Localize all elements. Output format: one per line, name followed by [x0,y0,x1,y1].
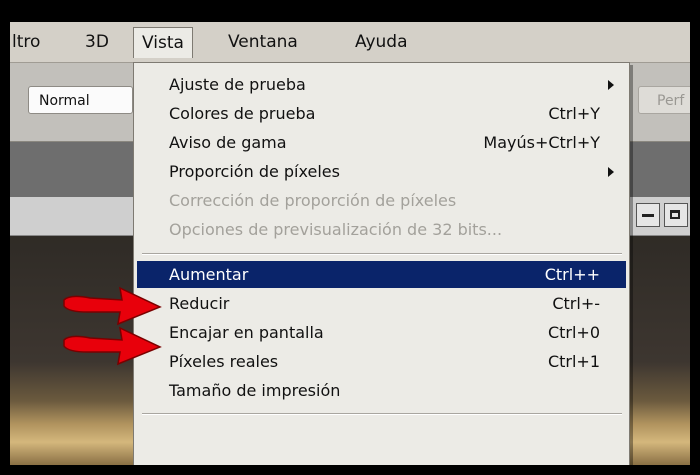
menu-item-label: Opciones de previsualización de 32 bits.… [169,220,503,239]
menu-separator [142,413,622,415]
blend-mode-select[interactable]: Normal [28,86,133,114]
menu-item-shortcut: Mayús+Ctrl+Y [483,133,600,152]
menu-item-label: Encajar en pantalla [169,323,324,342]
restore-icon [670,210,680,219]
menu-item-aviso-de-gama[interactable]: Aviso de gama Mayús+Ctrl+Y [137,129,626,156]
menu-item-label: Aviso de gama [169,133,287,152]
menu-item-label: Ajuste de prueba [169,75,306,94]
perf-button[interactable]: Perf [638,86,690,114]
menu-item-label: Colores de prueba [169,104,316,123]
menu-item-encajar-en-pantalla[interactable]: Encajar en pantalla Ctrl+0 [137,319,626,346]
menu-item-shortcut: Ctrl+Y [548,104,600,123]
menu-item-label: Reducir [169,294,230,313]
menu-item-label: Proporción de píxeles [169,162,340,181]
screen-top-strip [10,10,690,22]
menu-item-aumentar[interactable]: Aumentar Ctrl++ [137,261,626,288]
menu-item-shortcut: Ctrl+1 [547,352,600,371]
app-window: ltro 3D Vista Ventana Ayuda Normal Perf … [10,10,690,465]
menu-item-opciones-previsualizacion: Opciones de previsualización de 32 bits.… [137,216,626,243]
menu-ventana[interactable]: Ventana [220,28,306,56]
menu-item-label: Tamaño de impresión [169,381,341,400]
menu-vista[interactable]: Vista [133,27,193,58]
menu-ayuda[interactable]: Ayuda [347,28,416,56]
menu-item-label: Píxeles reales [169,352,279,371]
menu-item-shortcut: Ctrl++ [544,265,600,284]
menu-item-tamano-de-impresion[interactable]: Tamaño de impresión [137,377,626,404]
menu-item-shortcut: Ctrl+0 [547,323,600,342]
annotation-arrow-icon [63,326,162,366]
menu-item-pixeles-reales[interactable]: Píxeles reales Ctrl+1 [137,348,626,375]
submenu-arrow-icon [608,80,614,90]
menu-separator [142,253,622,255]
menu-filtro[interactable]: ltro [10,28,48,56]
menu-item-proporcion-de-pixeles[interactable]: Proporción de píxeles [137,158,626,185]
minimize-icon [642,214,654,217]
menu-item-shortcut: Ctrl+- [552,294,600,313]
menu-item-label: Corrección de proporción de píxeles [169,191,457,210]
menu-bar: ltro 3D Vista Ventana Ayuda [10,22,690,63]
minimize-button[interactable] [636,203,660,227]
menu-item-label: Aumentar [169,265,249,284]
submenu-arrow-icon [608,167,614,177]
menu-item-ajuste-de-prueba[interactable]: Ajuste de prueba [137,71,626,98]
menu-item-correccion-proporcion: Corrección de proporción de píxeles [137,187,626,214]
menu-3d[interactable]: 3D [77,28,117,56]
menu-item-reducir[interactable]: Reducir Ctrl+- [137,290,626,317]
vista-dropdown-menu: Ajuste de prueba Colores de prueba Ctrl+… [133,62,630,465]
restore-button[interactable] [664,203,688,227]
menu-item-colores-de-prueba[interactable]: Colores de prueba Ctrl+Y [137,100,626,127]
